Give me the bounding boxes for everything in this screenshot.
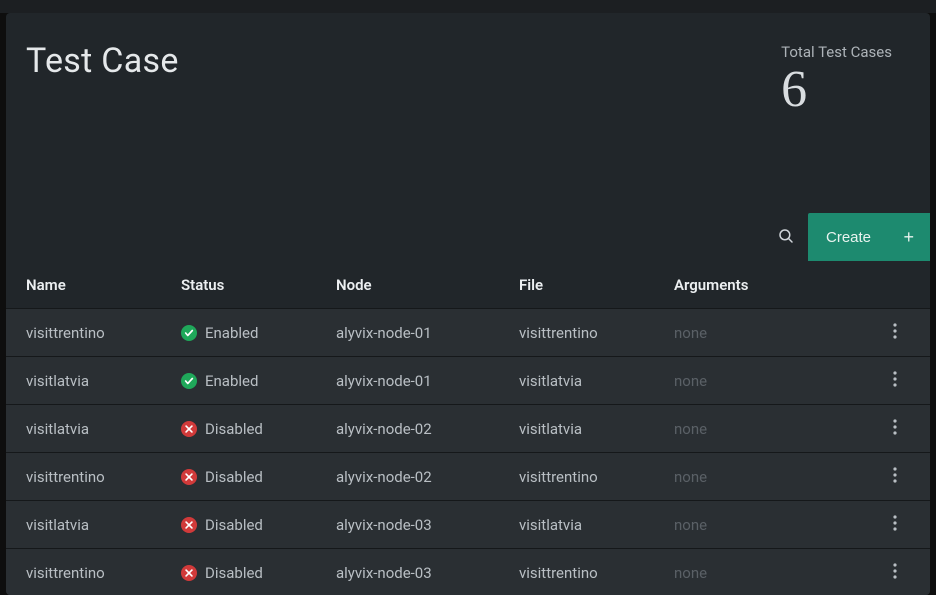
cell-node: alyvix-node-02 [336, 468, 519, 486]
cell-status: Enabled [181, 372, 336, 390]
cell-node: alyvix-node-03 [336, 516, 519, 534]
cell-arguments-wrap: none [674, 564, 880, 582]
cell-file: visittrentino [519, 324, 674, 342]
cell-arguments-wrap: none [674, 516, 880, 534]
cell-file: visittrentino [519, 564, 674, 582]
cell-arguments-none: none [674, 420, 707, 438]
table-row[interactable]: visittrentinoEnabledalyvix-node-01visitt… [6, 309, 930, 357]
cell-file: visitlatvia [519, 516, 674, 534]
cell-arguments-wrap: none [674, 324, 880, 342]
x-circle-icon [181, 517, 197, 533]
cell-status-text: Disabled [205, 420, 263, 438]
cell-file: visitlatvia [519, 372, 674, 390]
table-row[interactable]: visitlatviaDisabledalyvix-node-03visitla… [6, 501, 930, 549]
x-circle-icon [181, 469, 197, 485]
x-circle-icon [181, 421, 197, 437]
col-header-name[interactable]: Name [26, 276, 181, 294]
cell-file: visittrentino [519, 468, 674, 486]
col-header-arguments[interactable]: Arguments [674, 276, 880, 294]
search-button[interactable] [764, 213, 808, 261]
test-case-table: Name Status Node File Arguments visittre… [6, 261, 930, 595]
cell-arguments-none: none [674, 516, 707, 534]
col-header-status[interactable]: Status [181, 276, 336, 294]
row-menu-button[interactable] [885, 511, 905, 539]
cell-node: alyvix-node-01 [336, 372, 519, 390]
cell-arguments-none: none [674, 372, 707, 390]
cell-name: visitlatvia [26, 516, 181, 534]
cell-status-text: Disabled [205, 468, 263, 486]
cell-arguments-none: none [674, 324, 707, 342]
check-circle-icon [181, 325, 197, 341]
cell-status-text: Disabled [205, 516, 263, 534]
table-body: visittrentinoEnabledalyvix-node-01visitt… [6, 309, 930, 595]
table-toolbar: Create + [764, 213, 930, 261]
cell-arguments-wrap: none [674, 372, 880, 390]
table-header-row: Name Status Node File Arguments [6, 261, 930, 309]
cell-name: visittrentino [26, 468, 181, 486]
total-block: Total Test Cases 6 [781, 41, 892, 213]
row-menu-button[interactable] [885, 415, 905, 443]
cell-status: Disabled [181, 564, 336, 582]
total-label: Total Test Cases [781, 43, 892, 61]
cell-name: visittrentino [26, 324, 181, 342]
row-menu-button[interactable] [885, 559, 905, 587]
kebab-icon [893, 323, 897, 342]
col-header-node[interactable]: Node [336, 276, 519, 294]
cell-node: alyvix-node-01 [336, 324, 519, 342]
row-menu-button[interactable] [885, 367, 905, 395]
cell-status: Disabled [181, 420, 336, 438]
kebab-icon [893, 563, 897, 582]
page-title: Test Case [26, 41, 179, 213]
cell-arguments-wrap: none [674, 420, 880, 438]
cell-arguments-none: none [674, 468, 707, 486]
kebab-icon [893, 467, 897, 486]
plus-icon: + [903, 227, 914, 248]
table-row[interactable]: visitlatviaEnabledalyvix-node-01visitlat… [6, 357, 930, 405]
create-button-label: Create [826, 229, 871, 246]
cell-status: Disabled [181, 468, 336, 486]
cell-status-text: Enabled [205, 324, 258, 342]
cell-status: Disabled [181, 516, 336, 534]
kebab-icon [893, 371, 897, 390]
total-value: 6 [781, 61, 892, 118]
table-row[interactable]: visittrentinoDisabledalyvix-node-03visit… [6, 549, 930, 595]
cell-status-text: Disabled [205, 564, 263, 582]
row-menu-button[interactable] [885, 319, 905, 347]
col-header-file[interactable]: File [519, 276, 674, 294]
cell-name: visittrentino [26, 564, 181, 582]
cell-name: visitlatvia [26, 372, 181, 390]
cell-arguments-none: none [674, 564, 707, 582]
row-menu-button[interactable] [885, 463, 905, 491]
cell-status-text: Enabled [205, 372, 258, 390]
x-circle-icon [181, 565, 197, 581]
cell-node: alyvix-node-02 [336, 420, 519, 438]
top-app-bar [0, 0, 936, 13]
kebab-icon [893, 419, 897, 438]
kebab-icon [893, 515, 897, 534]
create-button[interactable]: Create + [808, 213, 930, 261]
panel-header: Test Case Total Test Cases 6 [6, 13, 930, 213]
cell-name: visitlatvia [26, 420, 181, 438]
cell-status: Enabled [181, 324, 336, 342]
check-circle-icon [181, 373, 197, 389]
table-row[interactable]: visitlatviaDisabledalyvix-node-02visitla… [6, 405, 930, 453]
cell-node: alyvix-node-03 [336, 564, 519, 582]
search-icon [777, 227, 795, 248]
test-case-panel: Test Case Total Test Cases 6 Create + Na… [6, 13, 930, 595]
table-row[interactable]: visittrentinoDisabledalyvix-node-02visit… [6, 453, 930, 501]
cell-file: visitlatvia [519, 420, 674, 438]
cell-arguments-wrap: none [674, 468, 880, 486]
